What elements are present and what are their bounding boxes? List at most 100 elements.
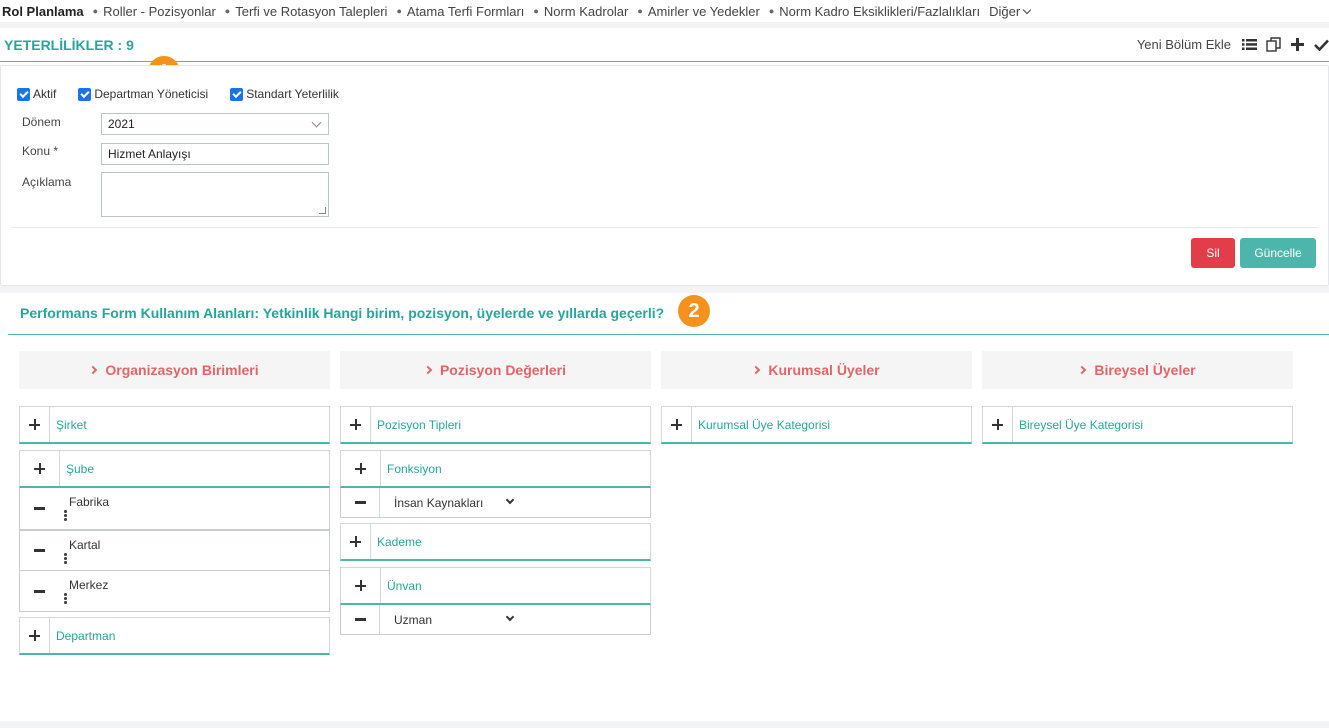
competencies-header: YETERLİLİKLER : 9 Yeni Bölüm Ekle (0, 28, 1329, 62)
minus-icon (34, 507, 45, 510)
title-value-row: Uzman (340, 605, 651, 635)
plus-icon (671, 419, 682, 430)
nav-item-managers-backups[interactable]: ● Amirler ve Yedekler (637, 4, 759, 19)
drag-handle-icon[interactable] (64, 593, 67, 605)
checkbox-row: Aktif Departman Yöneticisi Standart Yete… (17, 87, 361, 101)
description-textarea[interactable] (101, 172, 329, 217)
branch-label[interactable]: Şube (66, 462, 94, 476)
expand-button[interactable] (341, 451, 381, 486)
copy-icon[interactable] (1265, 37, 1281, 53)
section-title-underline (8, 334, 1329, 335)
function-label[interactable]: Fonksiyon (387, 462, 442, 476)
nav-item-roles-positions[interactable]: ● Roller - Pozisyonlar (93, 4, 216, 19)
remove-button[interactable] (20, 488, 59, 529)
minus-icon (354, 501, 366, 504)
check-icon[interactable] (1313, 37, 1329, 53)
active-checkbox[interactable]: Aktif (17, 87, 56, 101)
bullet-icon: ● (637, 6, 643, 16)
plus-icon[interactable] (1289, 37, 1305, 53)
competency-form: Aktif Departman Yöneticisi Standart Yete… (0, 65, 1329, 286)
plus-icon (29, 630, 40, 641)
title-select[interactable]: Uzman (394, 613, 432, 627)
individual-members-header[interactable]: Bireysel Üyeler (982, 351, 1293, 389)
checkbox-checked-icon (17, 87, 30, 101)
expand-button[interactable] (20, 451, 60, 486)
company-label[interactable]: Şirket (56, 418, 87, 432)
chevron-right-icon (423, 365, 433, 375)
chevron-down-icon[interactable] (505, 612, 515, 622)
department-item: Departman (19, 617, 330, 655)
position-types-label[interactable]: Pozisyon Tipleri (377, 418, 461, 432)
subject-input[interactable]: Hizmet Anlayışı (101, 143, 329, 165)
plus-icon (29, 419, 40, 430)
nav-more-dropdown[interactable]: Diğer (989, 4, 1032, 19)
nav-item-promotion-requests[interactable]: ● Terfi ve Rotasyon Talepleri (225, 4, 388, 19)
individual-category-label[interactable]: Bireysel Üye Kategorisi (1019, 418, 1143, 432)
title-item: Ünvan (340, 567, 651, 605)
org-units-header[interactable]: Organizasyon Birimleri (19, 351, 330, 389)
bullet-icon: ● (533, 6, 539, 16)
bullet-icon: ● (768, 6, 775, 16)
nav-item-norm-staff-gaps[interactable]: ● Norm Kadro Eksiklikleri/Fazlalıkları (769, 4, 980, 19)
delete-button[interactable]: Sil (1191, 238, 1235, 268)
function-item: Fonksiyon (340, 450, 651, 488)
update-button[interactable]: Güncelle (1240, 238, 1316, 268)
list-item: Fabrika (19, 488, 330, 530)
minus-icon (34, 549, 45, 552)
expand-button[interactable] (341, 524, 371, 559)
remove-button[interactable] (20, 571, 59, 611)
plus-icon (34, 463, 45, 474)
drag-handle-icon[interactable] (64, 510, 67, 522)
remove-button[interactable] (341, 605, 380, 634)
corporate-category-label[interactable]: Kurumsal Üye Kategorisi (698, 418, 830, 432)
checkbox-checked-icon (230, 87, 244, 101)
minus-icon (34, 589, 45, 593)
expand-button[interactable] (341, 407, 371, 442)
plus-icon (350, 419, 361, 430)
company-item: Şirket (19, 406, 330, 444)
nav-brand[interactable]: Rol Planlama (2, 4, 84, 19)
title-label[interactable]: Ünvan (387, 579, 422, 593)
subject-label: Konu * (22, 144, 59, 158)
period-select[interactable]: 2021 (101, 113, 329, 135)
resize-grip-icon[interactable] (319, 207, 326, 214)
chevron-right-icon (1078, 365, 1087, 375)
nav-item-norm-staff[interactable]: ● Norm Kadrolar (533, 4, 628, 19)
period-label: Dönem (22, 115, 61, 129)
function-select[interactable]: İnsan Kaynakları (394, 496, 483, 510)
bullet-icon: ● (224, 6, 231, 16)
chevron-right-icon (89, 365, 98, 375)
expand-button[interactable] (983, 407, 1013, 442)
corporate-category-item: Kurumsal Üye Kategorisi (661, 406, 972, 444)
plus-icon (355, 463, 366, 474)
chevron-down-icon (311, 117, 322, 128)
corporate-members-header[interactable]: Kurumsal Üyeler (661, 351, 972, 389)
step-badge-2: 2 (678, 295, 710, 327)
usage-areas-title: Performans Form Kullanım Alanları: Yetki… (20, 305, 665, 321)
form-divider (11, 227, 1318, 228)
checkbox-checked-icon (78, 87, 92, 101)
branch-item: Şube (19, 450, 330, 488)
remove-button[interactable] (20, 531, 59, 570)
position-values-header[interactable]: Pozisyon Değerleri (340, 351, 651, 389)
list-item: Merkez (19, 571, 330, 612)
level-label[interactable]: Kademe (377, 535, 422, 549)
bullet-icon: ● (92, 6, 99, 16)
department-manager-checkbox[interactable]: Departman Yöneticisi (78, 87, 208, 101)
chevron-down-icon (1022, 5, 1032, 14)
expand-button[interactable] (662, 407, 692, 442)
department-label[interactable]: Departman (56, 629, 115, 643)
chevron-down-icon[interactable] (505, 495, 515, 505)
bullet-icon: ● (396, 6, 402, 16)
standard-competency-checkbox[interactable]: Standart Yeterlilik (230, 87, 339, 101)
nav-item-assignment-forms[interactable]: ● Atama Terfi Formları (396, 4, 524, 19)
remove-button[interactable] (341, 488, 380, 517)
drag-handle-icon[interactable] (64, 553, 67, 565)
section-divider (0, 286, 1329, 293)
function-value-row: İnsan Kaynakları (340, 488, 651, 518)
add-section-link[interactable]: Yeni Bölüm Ekle (1137, 37, 1231, 52)
expand-button[interactable] (20, 407, 50, 442)
expand-button[interactable] (20, 618, 50, 653)
list-icon[interactable] (1241, 37, 1257, 53)
expand-button[interactable] (341, 568, 381, 603)
